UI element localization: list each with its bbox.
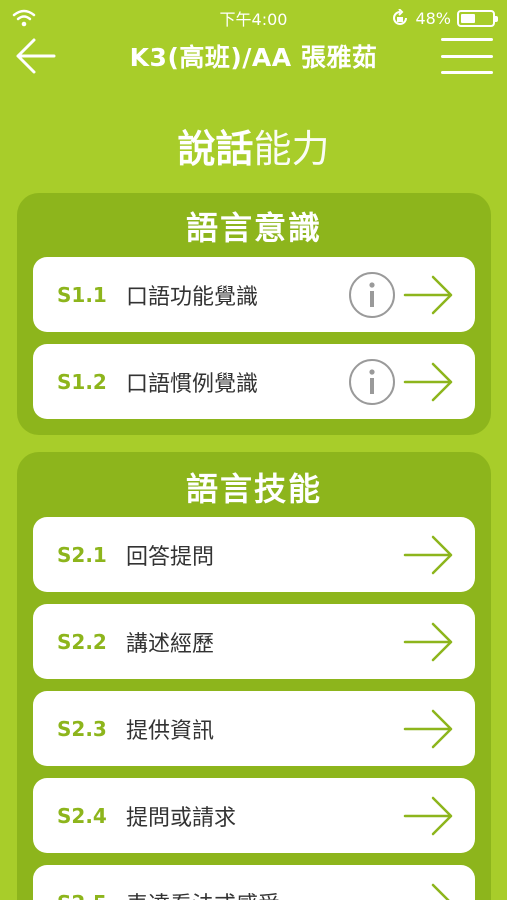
hamburger-menu-icon[interactable] — [441, 38, 493, 74]
list-item[interactable]: S1.1 口語功能覺識 — [33, 257, 475, 332]
info-icon[interactable] — [349, 359, 395, 405]
wifi-icon — [12, 9, 36, 27]
page-title-light: 能力 — [253, 127, 330, 171]
item-label: 回答提問 — [126, 544, 215, 570]
list-item[interactable]: S2.5 表達看法或感受 — [33, 865, 475, 900]
item-code: S2.1 — [57, 542, 107, 567]
list-item[interactable]: S1.2 口語慣例覺識 — [33, 344, 475, 419]
right-arrow-icon[interactable] — [403, 273, 455, 317]
right-arrow-icon[interactable] — [403, 881, 455, 900]
list-item[interactable]: S2.3 提供資訊 — [33, 691, 475, 766]
battery-percent: 48% — [415, 8, 451, 28]
info-icon[interactable] — [349, 272, 395, 318]
menu-line — [441, 54, 493, 58]
section-language-skills: 語言技能 S2.1 回答提問 S2.2 講述經歷 S2.3 提供資訊 S2.4 … — [17, 452, 491, 900]
status-left — [12, 9, 132, 27]
item-label: 講述經歷 — [126, 631, 215, 657]
page-title-strong: 說話 — [177, 127, 254, 171]
item-code: S2.5 — [57, 891, 107, 900]
item-label: 表達看法或感受 — [126, 887, 280, 900]
item-label: 口語功能覺識 — [126, 284, 259, 310]
nav-title: K3(高班)/AA 張雅茹 — [129, 43, 378, 72]
section-language-awareness: 語言意識 S1.1 口語功能覺識 S1.2 口語慣例覺識 — [17, 193, 491, 435]
status-bar: 下午4:00 48% — [0, 0, 507, 36]
battery-fill — [461, 13, 476, 23]
item-label: 提供資訊 — [126, 718, 215, 744]
section-title: 語言意識 — [185, 209, 322, 247]
list-item[interactable]: S2.2 講述經歷 — [33, 604, 475, 679]
item-label: 提問或請求 — [126, 805, 237, 831]
menu-line — [441, 38, 493, 41]
item-code: S1.1 — [57, 282, 107, 307]
item-code: S2.2 — [57, 629, 107, 654]
right-arrow-icon[interactable] — [403, 794, 455, 838]
right-arrow-icon[interactable] — [403, 707, 455, 751]
section-title: 語言技能 — [185, 470, 322, 508]
rotation-lock-icon — [393, 9, 408, 25]
right-arrow-icon[interactable] — [403, 533, 455, 577]
battery-icon — [457, 9, 498, 27]
item-label: 口語慣例覺識 — [126, 371, 259, 397]
list-item[interactable]: S2.1 回答提問 — [33, 517, 475, 592]
list-item[interactable]: S2.4 提問或請求 — [33, 778, 475, 853]
item-code: S2.3 — [57, 716, 107, 741]
page-title: 說話能力 — [0, 118, 507, 173]
item-code: S2.4 — [57, 803, 107, 828]
status-right: 48% — [391, 8, 498, 28]
right-arrow-icon[interactable] — [403, 620, 455, 664]
nav-bar: K3(高班)/AA 張雅茹 — [0, 36, 507, 76]
right-arrow-icon[interactable] — [403, 360, 455, 404]
item-code: S1.2 — [57, 369, 107, 394]
menu-line — [441, 71, 493, 74]
back-button[interactable] — [14, 36, 58, 76]
back-arrow-icon — [16, 38, 56, 74]
